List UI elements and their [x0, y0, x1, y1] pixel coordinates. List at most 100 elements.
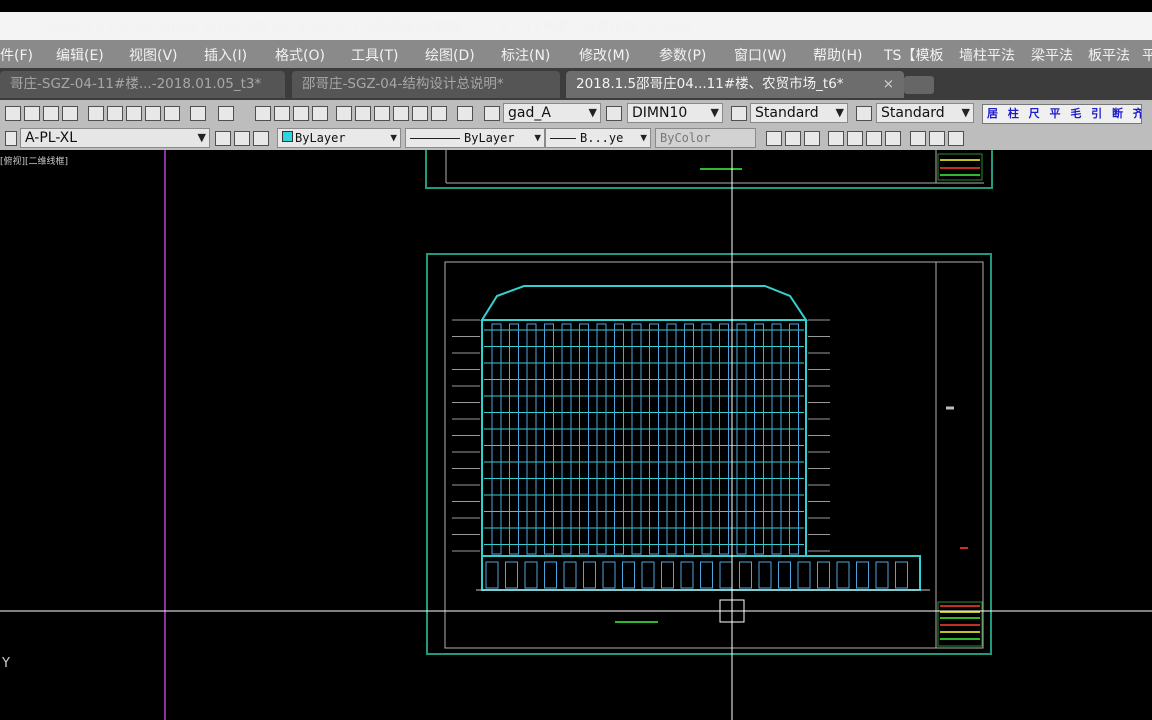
paste-icon[interactable] — [126, 106, 142, 121]
multileader-style-combo[interactable]: Standard ▼ — [876, 103, 974, 123]
menu-view[interactable]: 视图(V) — [129, 45, 178, 65]
match-properties-icon[interactable] — [145, 106, 161, 121]
table-style-combo[interactable]: Standard ▼ — [750, 103, 848, 123]
design-center-icon[interactable] — [355, 106, 371, 121]
layer-combo[interactable]: A-PL-XL ▼ — [20, 128, 210, 148]
menu-ts-template[interactable]: TS【模板 — [884, 45, 943, 65]
drawing-canvas[interactable] — [0, 150, 1152, 720]
menu-tools[interactable]: 工具(T) — [351, 45, 398, 65]
plotstyle-value: ByColor — [660, 131, 711, 145]
chevron-down-icon: ▼ — [197, 131, 206, 144]
tab-document-t3[interactable]: 哥庄-SGZ-04-11#楼...-2018.01.05_t3* — [0, 71, 285, 98]
layer-value: A-PL-XL — [25, 130, 78, 146]
dim-style-icon[interactable] — [606, 106, 622, 121]
dim-style-combo[interactable]: DIMN10 ▼ — [627, 103, 723, 123]
new-tab-button[interactable] — [904, 76, 934, 94]
menu-file[interactable]: 件(F) — [0, 45, 33, 65]
make-current-layer-icon[interactable] — [215, 131, 231, 146]
color-combo[interactable]: ByLayer ▼ — [277, 128, 401, 148]
menu-slab[interactable]: 板平法 — [1088, 45, 1130, 65]
text-style-value: gad_A — [508, 105, 551, 121]
chevron-down-icon: ▼ — [588, 106, 597, 119]
window-title: Tssd2015 For Autodesk AutoCAD 2014 2018.… — [38, 19, 693, 35]
lineweight-value: B...ye — [580, 131, 624, 145]
viewport-label[interactable]: [俯视][二维线框] — [0, 154, 68, 167]
lineweight-sample — [550, 138, 576, 139]
menu-modify[interactable]: 修改(M) — [579, 45, 630, 65]
linetype-value: ByLayer — [464, 131, 515, 145]
chevron-down-icon: ▼ — [534, 131, 541, 144]
multileader-style-icon[interactable] — [856, 106, 872, 121]
layers-properties-toolbar: A-PL-XL ▼ ByLayer ▼ ByLayer ▼ B...ye ▼ ByCol… — [0, 126, 1152, 150]
multileader-style-value: Standard — [881, 105, 945, 121]
tssd-icon-8[interactable] — [910, 131, 926, 146]
sheet-set-icon[interactable] — [393, 106, 409, 121]
chevron-down-icon: ▼ — [640, 131, 647, 144]
menu-more[interactable]: 平 — [1142, 45, 1152, 65]
tssd-icon-6[interactable] — [866, 131, 882, 146]
tab-label: 2018.1.5邵哥庄04...11#楼、农贸市场_t6* — [576, 76, 844, 92]
color-value: ByLayer — [295, 131, 346, 145]
menu-parametric[interactable]: 参数(P) — [659, 45, 706, 65]
tool-palettes-icon[interactable] — [374, 106, 390, 121]
block-editor-icon[interactable] — [164, 106, 180, 121]
menu-beam[interactable]: 梁平法 — [1031, 45, 1073, 65]
menu-insert[interactable]: 插入(I) — [204, 45, 247, 65]
tssd-icon-7[interactable] — [885, 131, 901, 146]
ucs-y-axis-label: Y — [2, 656, 10, 671]
tssd-icon-5[interactable] — [847, 131, 863, 146]
plotstyle-combo: ByColor — [655, 128, 756, 148]
dim-style-value: DIMN10 — [632, 105, 688, 121]
pan-icon[interactable] — [255, 106, 271, 121]
new-icon[interactable] — [5, 106, 21, 121]
menu-window[interactable]: 窗口(W) — [734, 45, 787, 65]
tab-document-design-notes[interactable]: 邵哥庄-SGZ-04-结构设计总说明* — [292, 71, 560, 98]
linetype-combo[interactable]: ByLayer ▼ — [405, 128, 545, 148]
copy-icon[interactable] — [107, 106, 123, 121]
tssd-shortcut-bar[interactable]: 居 柱 尺 平 毛 引 断 齐 — [982, 104, 1142, 124]
table-style-icon[interactable] — [731, 106, 747, 121]
color-swatch-icon — [282, 131, 293, 142]
print-icon[interactable] — [62, 106, 78, 121]
standard-toolbar: gad_A ▼ DIMN10 ▼ Standard ▼ Standard ▼ — [0, 100, 1152, 126]
menu-edit[interactable]: 编辑(E) — [56, 45, 104, 65]
tssd-shortcut-labels: 居 柱 尺 平 毛 引 断 齐 — [987, 107, 1142, 120]
tssd-icon-2[interactable] — [785, 131, 801, 146]
text-style-combo[interactable]: gad_A ▼ — [503, 103, 601, 123]
tssd-icon-1[interactable] — [766, 131, 782, 146]
tssd-icon-3[interactable] — [804, 131, 820, 146]
close-icon[interactable]: × — [883, 71, 894, 98]
table-style-value: Standard — [755, 105, 819, 121]
menu-dimension[interactable]: 标注(N) — [501, 45, 550, 65]
tab-document-t6[interactable]: 2018.1.5邵哥庄04...11#楼、农贸市场_t6* × — [566, 71, 904, 98]
chevron-down-icon: ▼ — [710, 106, 719, 119]
tssd-icon-10[interactable] — [948, 131, 964, 146]
redo-icon[interactable] — [218, 106, 234, 121]
menu-format[interactable]: 格式(O) — [275, 45, 325, 65]
cut-icon[interactable] — [88, 106, 104, 121]
lineweight-combo[interactable]: B...ye ▼ — [545, 128, 651, 148]
tab-label: 邵哥庄-SGZ-04-结构设计总说明* — [302, 76, 504, 92]
layer-state-icon[interactable] — [5, 131, 17, 146]
title-bar: Tssd2015 For Autodesk AutoCAD 2014 2018.… — [0, 0, 1152, 40]
chevron-down-icon: ▼ — [390, 131, 397, 144]
zoom-window-icon[interactable] — [293, 106, 309, 121]
text-style-icon[interactable] — [484, 106, 500, 121]
menu-help[interactable]: 帮助(H) — [813, 45, 862, 65]
layer-properties-icon[interactable] — [253, 131, 269, 146]
chevron-down-icon: ▼ — [835, 106, 844, 119]
save-icon[interactable] — [43, 106, 59, 121]
layer-previous-icon[interactable] — [234, 131, 250, 146]
calculator-icon[interactable] — [431, 106, 447, 121]
menu-draw[interactable]: 绘图(D) — [425, 45, 475, 65]
undo-icon[interactable] — [190, 106, 206, 121]
zoom-realtime-icon[interactable] — [274, 106, 290, 121]
zoom-previous-icon[interactable] — [312, 106, 328, 121]
properties-icon[interactable] — [336, 106, 352, 121]
tssd-icon-4[interactable] — [828, 131, 844, 146]
menu-wall-column[interactable]: 墙柱平法 — [959, 45, 1015, 65]
markup-icon[interactable] — [412, 106, 428, 121]
open-icon[interactable] — [24, 106, 40, 121]
tssd-icon-9[interactable] — [929, 131, 945, 146]
help-icon[interactable] — [457, 106, 473, 121]
